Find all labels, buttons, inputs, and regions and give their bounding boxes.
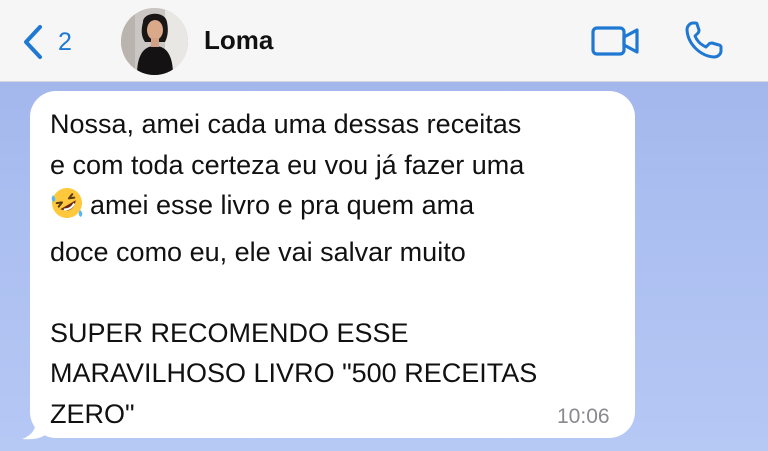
message-timestamp: 10:06 — [557, 405, 610, 428]
message-line: amei esse livro e pra quem ama — [90, 190, 475, 220]
voice-call-button[interactable] — [684, 20, 724, 65]
video-camera-icon — [591, 26, 639, 56]
avatar[interactable] — [121, 8, 188, 75]
message-text: Nossa, amei cada uma dessas receitas e c… — [50, 104, 620, 434]
rolling-on-the-floor-laughing-emoji-icon — [50, 186, 84, 232]
back-button[interactable]: 2 — [22, 22, 72, 62]
message-line-with-emoji: amei esse livro e pra quem ama — [50, 185, 620, 232]
chevron-left-icon — [24, 25, 42, 59]
message-line: Nossa, amei cada uma dessas receitas — [50, 109, 522, 139]
contact-name[interactable]: Loma — [204, 25, 273, 56]
unread-count: 2 — [58, 27, 72, 56]
message-line: e com toda certeza eu vou já fazer uma — [50, 149, 525, 180]
phone-icon — [685, 21, 723, 59]
chat-header: 2 Loma — [0, 0, 768, 82]
message-line: doce como eu, ele vai salvar muito — [50, 236, 466, 267]
avatar-photo — [121, 8, 188, 75]
message-line: SUPER RECOMENDO ESSE — [50, 317, 409, 348]
message-line: ZERO" — [50, 398, 135, 429]
message-line: MARAVILHOSO LIVRO "500 RECEITAS — [50, 358, 538, 388]
video-call-button[interactable] — [591, 24, 641, 63]
